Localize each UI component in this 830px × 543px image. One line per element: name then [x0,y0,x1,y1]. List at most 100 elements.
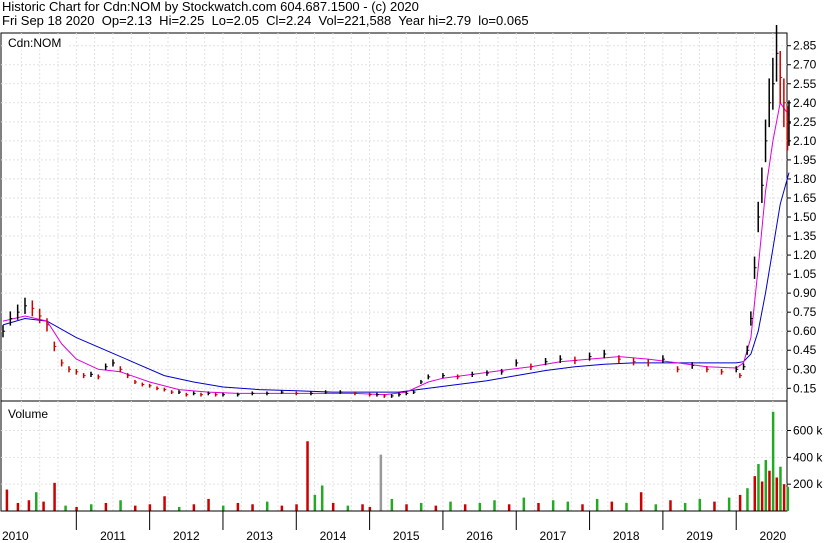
volume-y-tick-label: 200 k [793,477,823,491]
volume-bar [390,498,394,511]
volume-bar [236,502,240,511]
volume-bar [280,505,284,511]
volume-y-tick-label: 600 k [793,424,823,438]
volume-bar [522,497,526,511]
volume-bar [449,501,452,511]
price-panel-title: Cdn:NOM [8,36,61,50]
volume-bar [379,454,383,511]
volume-bar [478,502,482,511]
price-y-tick-label: 2.70 [793,58,817,72]
volume-bar [753,476,757,511]
price-y-tick-label: 1.50 [793,210,817,224]
volume-bar [104,502,108,511]
volume-bar [207,498,210,511]
volume-bar [683,502,687,511]
price-y-tick-label: 2.10 [793,134,817,148]
price-y-tick-label: 2.85 [793,39,817,53]
x-tick-label: 2014 [320,529,347,543]
volume-bar [75,506,78,511]
volume-bar [27,500,31,511]
x-tick-label: 2019 [686,529,713,543]
volume-bar [177,506,181,511]
volume-bar [346,505,350,511]
volume-bar [419,502,423,511]
volume-bar [306,441,309,511]
volume-bar [16,502,20,511]
price-y-tick-label: 1.35 [793,229,817,243]
volume-bar [775,477,779,511]
x-tick-label: 2015 [393,529,420,543]
volume-bar [493,500,496,511]
volume-bar [251,504,254,511]
volume-bar [581,504,584,511]
x-tick-label: 2013 [246,529,273,543]
price-y-tick-label: 2.25 [793,115,817,129]
volume-bar [786,486,790,511]
volume-bar [265,501,269,511]
x-tick-label: 2020 [760,529,787,543]
volume-bar [764,460,768,511]
volume-bar [727,497,731,511]
volume-bar [133,505,137,511]
volume-bar [64,505,67,511]
price-y-tick-label: 1.80 [793,172,817,186]
volume-bar [639,492,643,511]
volume-bar [610,501,614,511]
volume-bar [320,485,324,511]
x-tick-label: 2012 [173,529,200,543]
volume-bar [331,502,335,511]
price-y-tick-label: 1.20 [793,248,817,262]
volume-y-tick-label: 400 k [793,450,823,464]
volume-bar [361,504,364,511]
price-y-tick-label: 2.40 [793,96,817,110]
price-y-tick-label: 1.05 [793,267,817,281]
volume-bar [5,489,9,511]
price-y-tick-label: 1.95 [793,153,817,167]
price-y-tick-label: 0.15 [793,381,817,395]
x-tick-label: 2017 [540,529,567,543]
volume-bar [405,504,408,511]
price-y-tick-label: 0.60 [793,324,817,338]
volume-bar [295,504,298,511]
volume-bar [595,498,599,511]
volume-bar [434,505,438,511]
volume-panel [0,400,788,512]
volume-panel-title: Volume [8,407,48,421]
volume-bar [163,496,166,511]
x-tick-label: 2010 [2,529,29,543]
x-tick-label: 2011 [100,529,126,543]
volume-bar [779,466,782,511]
volume-bar [566,501,570,511]
volume-bar [746,488,749,511]
volume-bar [34,492,38,511]
price-y-tick-label: 0.45 [793,343,817,357]
volume-bar [782,484,786,511]
volume-bar [654,504,658,511]
volume-bar [119,500,122,511]
volume-y-ticks: 600 k 400 k 200 k [787,424,823,491]
x-axis-ticks: 2010 2011 2012 2013 2014 2015 2016 2017 2018 2019… [2,511,787,543]
volume-bar [42,501,45,511]
price-y-tick-label: 1.65 [793,191,817,205]
volume-bar [551,500,555,511]
volume-bar [537,502,540,511]
volume-bar [53,482,56,511]
volume-bar [507,504,511,511]
volume-bar [148,504,152,511]
x-tick-label: 2016 [466,529,493,543]
price-y-ticks: 2.85 2.70 2.55 2.40 2.25 2.10 1.95 1.80 1.65 1.50… [787,39,817,395]
volume-bar [698,498,702,511]
price-y-tick-label: 2.55 [793,77,817,91]
volume-bar [768,470,771,511]
volume-bar [89,504,93,511]
volume-bar [713,501,716,511]
volume-bar [669,500,672,511]
stock-chart: 2.85 2.70 2.55 2.40 2.25 2.10 1.95 1.80 1.65 1.50… [0,24,823,543]
price-y-tick-label: 0.30 [793,362,817,376]
volume-bar [368,506,372,511]
volume-bar [221,505,225,511]
price-y-tick-label: 0.90 [793,286,817,300]
volume-bar [771,411,775,511]
volume-bar [625,502,628,511]
volume-bar [757,464,760,511]
